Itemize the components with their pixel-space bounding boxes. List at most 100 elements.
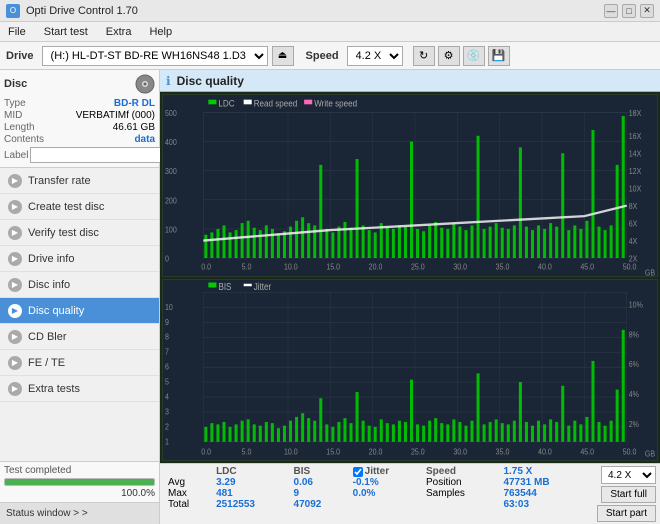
start-full-button[interactable]: Start full	[601, 486, 656, 503]
svg-text:500: 500	[165, 108, 177, 118]
sidebar-item-label-transfer-rate: Transfer rate	[28, 175, 91, 187]
sidebar-item-label-disc-quality: Disc quality	[28, 305, 84, 317]
disc-label-input[interactable]	[30, 147, 168, 163]
svg-text:15.0: 15.0	[326, 446, 340, 456]
svg-text:45.0: 45.0	[580, 262, 594, 272]
svg-text:25.0: 25.0	[411, 262, 425, 272]
disc-quality-icon: ▶	[8, 304, 22, 318]
quality-icon: ℹ	[166, 74, 171, 88]
svg-text:50.0: 50.0	[623, 446, 637, 456]
stats-controls: 4.2 X Start full Start part	[597, 466, 656, 522]
svg-text:10X: 10X	[629, 184, 642, 194]
status-text: Test completed	[4, 465, 155, 476]
svg-text:50.0: 50.0	[623, 262, 637, 272]
svg-text:8X: 8X	[629, 202, 638, 212]
jitter-checkbox[interactable]	[353, 467, 363, 477]
disc-length-label: Length	[4, 122, 35, 133]
svg-text:20.0: 20.0	[369, 262, 383, 272]
svg-text:0: 0	[165, 254, 169, 264]
top-chart-svg: LDC Read speed Write speed	[163, 95, 657, 276]
svg-text:2%: 2%	[629, 419, 639, 429]
svg-text:14X: 14X	[629, 149, 642, 159]
svg-text:8%: 8%	[629, 329, 639, 339]
speed-select[interactable]: 4.2 X	[347, 46, 403, 66]
disc-mid-value: VERBATIMf (000)	[76, 110, 155, 121]
main-layout: Disc Type BD-R DL MID VERBATIMf (000) Le…	[0, 70, 660, 524]
svg-text:200: 200	[165, 196, 177, 206]
sidebar-item-cd-bler[interactable]: ▶ CD Bler	[0, 324, 159, 350]
svg-text:45.0: 45.0	[580, 446, 594, 456]
sidebar-item-disc-info[interactable]: ▶ Disc info	[0, 272, 159, 298]
svg-text:1: 1	[165, 436, 169, 446]
sidebar-item-extra-tests[interactable]: ▶ Extra tests	[0, 376, 159, 402]
time-label	[422, 499, 499, 510]
col-jitter-check[interactable]: Jitter	[349, 466, 422, 477]
stats-row-max: Max 481 9 0.0% Samples 763544	[164, 488, 589, 499]
disc-type-value: BD-R DL	[114, 98, 155, 109]
save-button[interactable]: 💾	[488, 46, 510, 66]
svg-text:BIS: BIS	[218, 281, 231, 292]
svg-text:35.0: 35.0	[496, 262, 510, 272]
svg-text:35.0: 35.0	[496, 446, 510, 456]
disc-label-row: Label ✏	[4, 147, 155, 163]
refresh-button[interactable]: ↻	[413, 46, 435, 66]
drive-select[interactable]: (H:) HL-DT-ST BD-RE WH16NS48 1.D3	[42, 46, 268, 66]
sidebar-item-disc-quality[interactable]: ▶ Disc quality	[0, 298, 159, 324]
svg-text:4%: 4%	[629, 389, 639, 399]
maximize-button[interactable]: □	[622, 4, 636, 18]
close-button[interactable]: ✕	[640, 4, 654, 18]
disc-length-value: 46.61 GB	[113, 122, 155, 133]
extra-tests-icon: ▶	[8, 382, 22, 396]
toolbar-icons: ↻ ⚙ 💿 💾	[413, 46, 510, 66]
transfer-rate-icon: ▶	[8, 174, 22, 188]
sidebar-item-drive-info[interactable]: ▶ Drive info	[0, 246, 159, 272]
verify-test-disc-icon: ▶	[8, 226, 22, 240]
stats-bar: LDC BIS Jitter Speed	[160, 463, 660, 524]
menu-help[interactable]: Help	[145, 24, 176, 40]
sidebar-item-fe-te[interactable]: ▶ FE / TE	[0, 350, 159, 376]
speed-label: Speed	[306, 50, 339, 62]
svg-text:GB: GB	[645, 449, 655, 459]
disc-header: Disc	[4, 74, 155, 94]
settings-button[interactable]: ⚙	[438, 46, 460, 66]
app-title: Opti Drive Control 1.70	[26, 5, 138, 17]
start-part-button[interactable]: Start part	[597, 505, 656, 522]
menu-starttest[interactable]: Start test	[40, 24, 92, 40]
disc-contents-row: Contents data	[4, 134, 155, 145]
menu-file[interactable]: File	[4, 24, 30, 40]
svg-text:300: 300	[165, 167, 177, 177]
sidebar-item-transfer-rate[interactable]: ▶ Transfer rate	[0, 168, 159, 194]
minimize-button[interactable]: —	[604, 4, 618, 18]
svg-text:4: 4	[165, 391, 169, 401]
stats-row-avg: Avg 3.29 0.06 -0.1% Position 47731 MB	[164, 477, 589, 488]
svg-text:18X: 18X	[629, 108, 642, 118]
svg-text:5.0: 5.0	[242, 446, 252, 456]
quality-speed-select[interactable]: 4.2 X	[601, 466, 656, 484]
disc-type-label: Type	[4, 98, 26, 109]
svg-text:10.0: 10.0	[284, 262, 298, 272]
status-window-button[interactable]: Status window > >	[0, 502, 159, 524]
disc-length-row: Length 46.61 GB	[4, 122, 155, 133]
content-area: ℹ Disc quality	[160, 70, 660, 524]
svg-text:3: 3	[165, 406, 169, 416]
sidebar-item-create-test-disc[interactable]: ▶ Create test disc	[0, 194, 159, 220]
avg-ldc: 3.29	[212, 477, 289, 488]
svg-text:4X: 4X	[629, 237, 638, 247]
sidebar-item-verify-test-disc[interactable]: ▶ Verify test disc	[0, 220, 159, 246]
disc-label-key: Label	[4, 150, 28, 161]
menu-extra[interactable]: Extra	[102, 24, 136, 40]
eject-button[interactable]: ⏏	[272, 46, 294, 66]
stats-row-total: Total 2512553 47092 63:03	[164, 499, 589, 510]
avg-jitter: -0.1%	[349, 477, 422, 488]
total-jitter	[349, 499, 422, 510]
max-jitter: 0.0%	[349, 488, 422, 499]
max-bis: 9	[290, 488, 349, 499]
sidebar-item-label-cd-bler: CD Bler	[28, 331, 67, 343]
svg-text:30.0: 30.0	[453, 446, 467, 456]
svg-text:10: 10	[165, 302, 173, 312]
samples-label: Samples	[422, 488, 499, 499]
disc-button[interactable]: 💿	[463, 46, 485, 66]
cd-bler-icon: ▶	[8, 330, 22, 344]
stats-table: LDC BIS Jitter Speed	[164, 466, 589, 510]
sidebar-item-label-fe-te: FE / TE	[28, 357, 65, 369]
